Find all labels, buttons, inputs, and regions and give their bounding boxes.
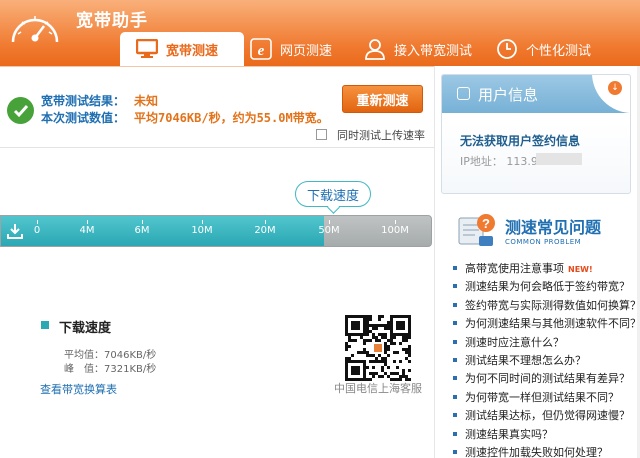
person-icon — [364, 38, 386, 60]
faq-list: 高带宽使用注意事项 NEW! 测速结果为何会略低于签约带宽？ 签约带宽与实际测得数值如… — [451, 260, 640, 458]
peak-speed: 峰 值：7321KB/秒 — [64, 364, 157, 375]
faq-icon: ? — [458, 214, 495, 246]
speed-meter-bar: 0 4M 6M 10M 20M 50M 100M — [0, 215, 432, 247]
download-icon — [7, 224, 23, 239]
meter-tick-mark — [87, 220, 88, 224]
faq-item[interactable]: 测试结果达标，但仍觉得网速慢？ — [451, 407, 637, 425]
tab-custom-test[interactable]: 个性化测试 — [496, 32, 606, 66]
tab-label: 宽带测速 — [166, 43, 219, 59]
faq-item[interactable]: 测速结果为何会略低于签约带宽？ — [451, 278, 637, 296]
faq-item[interactable]: 测试结果不理想怎么办？ — [451, 352, 637, 370]
divider — [0, 147, 434, 148]
faq-title: 测速常见问题 — [505, 218, 602, 237]
result-value: 未知 — [134, 94, 159, 108]
meter-tick-label: 6M — [134, 225, 150, 236]
average-speed: 平均值：7046KB/秒 — [64, 350, 157, 361]
meter-tick-label: 50M — [318, 225, 340, 236]
ip-address: IP地址： 113.9 — [460, 155, 538, 168]
download-speed-bubble: 下载速度 — [295, 181, 371, 207]
sign-info-text: 无法获取用户签约信息 — [460, 134, 581, 148]
upload-checkbox-label: 同时测试上传速率 — [337, 129, 425, 142]
ie-icon: e — [250, 38, 272, 60]
tab-label: 接入带宽测试 — [394, 43, 473, 59]
tab-web-speed[interactable]: e 网页测速 — [250, 32, 352, 66]
retest-button[interactable]: 重新测速 — [342, 85, 423, 113]
app-header: 宽带助手 宽带测速 e 网页测速 接入带宽测试 个性化测试 — [0, 0, 640, 66]
download-arrow-icon[interactable]: ↓ — [608, 81, 622, 95]
faq-item[interactable]: 为何测速结果与其他测速软件不同？ — [451, 315, 640, 333]
meter-tick-label: 0 — [33, 225, 41, 236]
meter-tick-label: 20M — [254, 225, 276, 236]
faq-subtitle: COMMON PROBLEM — [505, 238, 582, 246]
faq-item[interactable]: 为何带宽一样但测试结果不同？ — [451, 389, 637, 407]
meter-tick-mark — [202, 220, 203, 224]
qr-code — [345, 315, 411, 381]
tab-broadband-speed[interactable]: 宽带测速 — [120, 32, 244, 66]
speed-test-panel: 宽带测试结果： 未知 本次测试数值： 平均7046KB/秒，约为55.0M带宽。… — [0, 66, 434, 458]
new-badge: NEW! — [568, 265, 593, 274]
user-info-card: 用户信息 ↓ 无法获取用户签约信息 IP地址： 113.9 — [441, 74, 631, 194]
tab-bar: 宽带测速 e 网页测速 接入带宽测试 个性化测试 — [110, 32, 610, 66]
meter-tick-mark — [329, 220, 330, 224]
svg-text:?: ? — [482, 216, 490, 231]
speedometer-logo-icon — [11, 16, 59, 43]
measure-value: 平均7046KB/秒，约为55.0M带宽。 — [134, 111, 329, 125]
meter-tick-mark — [142, 220, 143, 224]
user-card-icon — [457, 87, 470, 100]
tab-label: 个性化测试 — [526, 43, 592, 59]
faq-item[interactable]: 测速结果真实吗？ — [451, 426, 637, 444]
faq-item[interactable]: 签约带宽与实际测得数值如何换算？ — [451, 297, 640, 315]
ip-mask — [536, 153, 582, 165]
bandwidth-conversion-link[interactable]: 查看带宽换算表 — [40, 381, 117, 397]
measure-label: 本次测试数值： — [41, 111, 126, 125]
download-speed-title: 下载速度 — [59, 321, 112, 336]
user-info-title: 用户信息 — [478, 86, 539, 104]
tab-label: 网页测速 — [280, 43, 333, 59]
upload-checkbox[interactable] — [316, 129, 327, 140]
meter-tick-mark — [265, 220, 266, 224]
faq-item[interactable]: 测速控件加载失败如何处理？ — [451, 444, 637, 458]
check-icon — [7, 97, 34, 124]
faq-item[interactable]: 测速时应注意什么？ — [451, 334, 637, 352]
legend-swatch — [41, 321, 49, 329]
app-title: 宽带助手 — [76, 11, 148, 31]
meter-tick-label: 100M — [381, 225, 409, 236]
faq-item[interactable]: 高带宽使用注意事项 NEW! — [451, 260, 637, 278]
svg-text:e: e — [258, 43, 265, 59]
meter-tick-mark — [37, 220, 38, 224]
meter-tick-mark — [395, 220, 396, 224]
faq-item[interactable]: 为何不同时间的测试结果有差异？ — [451, 370, 637, 388]
result-label: 宽带测试结果： — [41, 94, 126, 108]
meter-tick-label: 4M — [79, 225, 95, 236]
monitor-icon — [136, 38, 158, 60]
tab-access-bandwidth[interactable]: 接入带宽测试 — [364, 32, 488, 66]
qr-caption: 中国电信上海客服 — [334, 382, 422, 395]
info-sidebar: 用户信息 ↓ 无法获取用户签约信息 IP地址： 113.9 ? 测速常见问题 C… — [434, 66, 640, 458]
clock-icon — [496, 38, 518, 60]
meter-tick-label: 10M — [191, 225, 213, 236]
